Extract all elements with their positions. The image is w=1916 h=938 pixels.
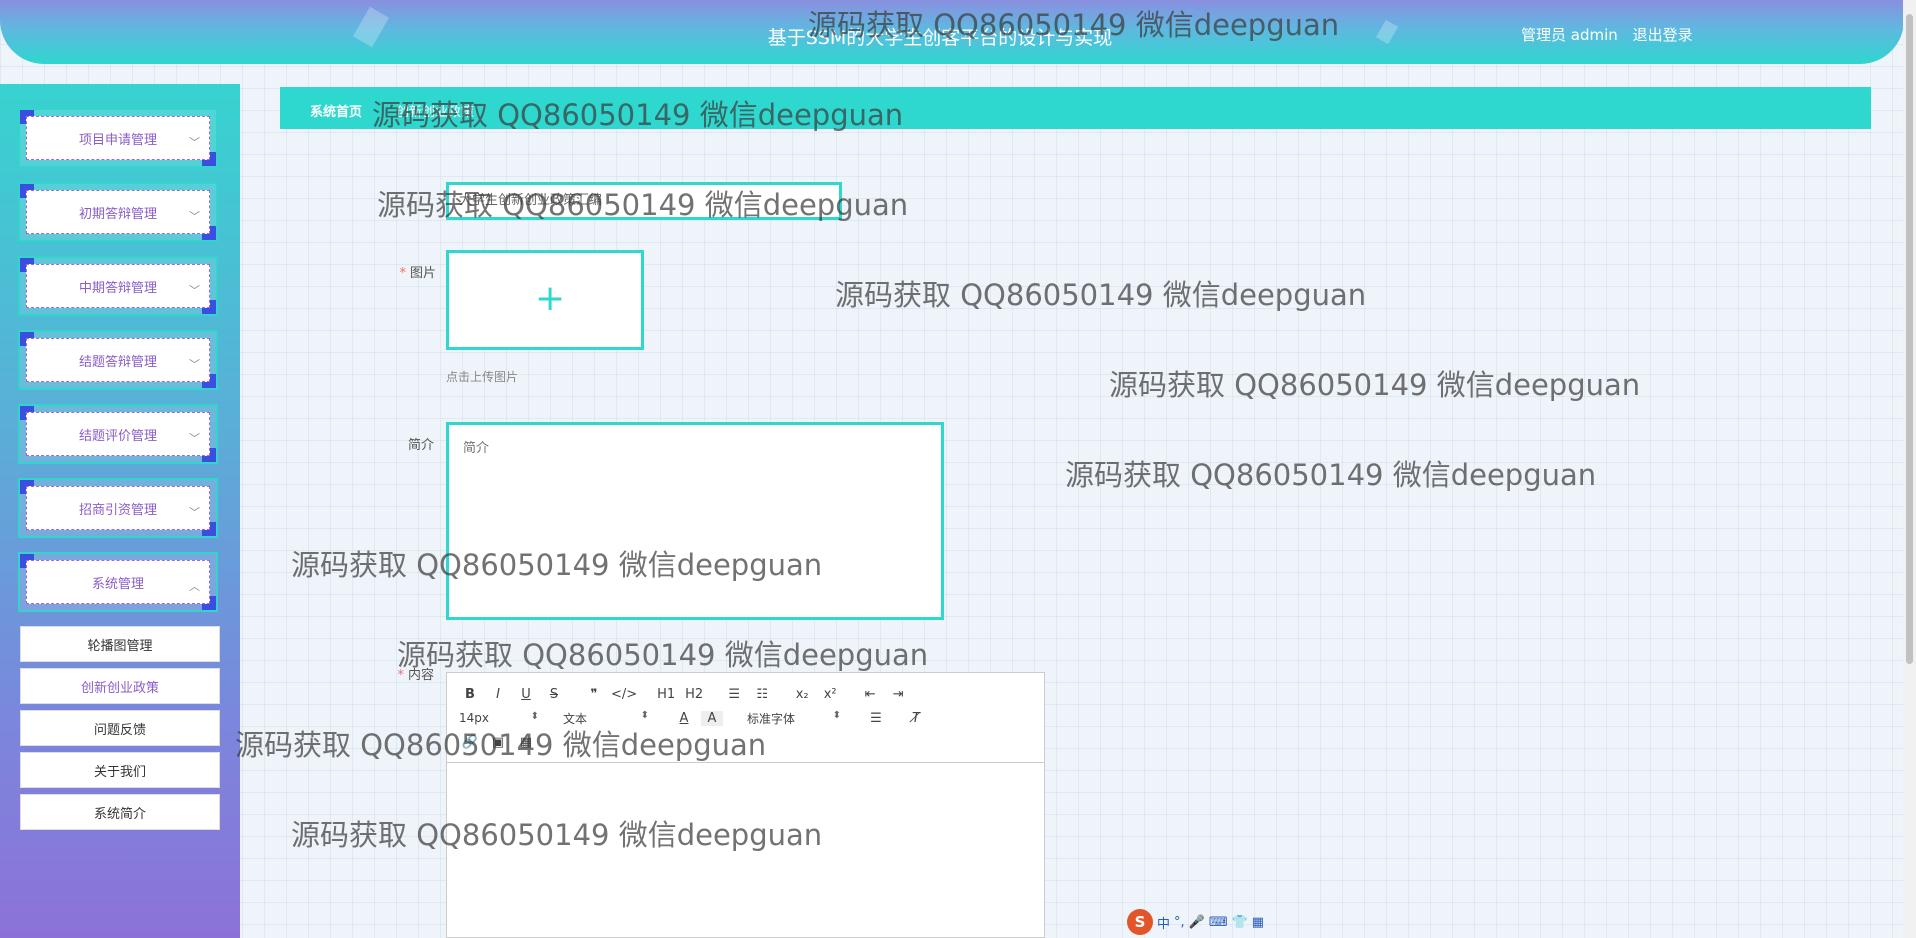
breadcrumb-home-link[interactable]: 系统首页 xyxy=(310,101,362,120)
select-arrow-icon: ⬍ xyxy=(530,711,539,722)
editor-toolbar: B I U S ❞ </> H1 H2 ☰ ☷ x₂ x² ⇤ ⇥ 14px ⬍ … xyxy=(447,673,1044,763)
ordered-list-button[interactable]: ☰ xyxy=(723,687,745,702)
toolbar-row-style: 14px ⬍ 文本 ⬍ A A 标准字体 ⬍ ☰ T̸ xyxy=(459,707,933,729)
content-field-label: * 内容 xyxy=(397,668,434,683)
image-uploader[interactable]: + xyxy=(446,250,644,350)
toolbox-icon[interactable]: ▦ xyxy=(1252,915,1264,930)
watermark-text: 源码获取 QQ86050149 微信deepguan xyxy=(835,278,1367,312)
sidebar-group-label[interactable]: 结题评价管理 xyxy=(26,412,210,456)
top-header: 基于SSM的大学生创客平台的设计与实现 管理员 admin 退出登录 xyxy=(0,0,1904,64)
chevron-down-icon: ﹀ xyxy=(189,210,200,223)
chevron-down-icon: ﹀ xyxy=(189,432,200,445)
superscript-button[interactable]: x² xyxy=(819,687,841,702)
chevron-down-icon: ﹀ xyxy=(189,358,200,371)
watermark-text: 源码获取 QQ86050149 微信deepguan xyxy=(1109,368,1641,402)
user-area: 管理员 admin 退出登录 xyxy=(1521,24,1703,45)
italic-button[interactable]: I xyxy=(487,687,509,702)
keyboard-icon[interactable]: ⌨ xyxy=(1209,915,1228,930)
sidebar-item-system-intro[interactable]: 系统简介 xyxy=(20,794,220,830)
sidebar-group-system[interactable]: 系统管理 ︿ xyxy=(18,552,218,612)
font-family-select[interactable]: 标准字体 ⬍ xyxy=(747,710,841,727)
ime-toolbar[interactable]: S 中 °, 🎤 ⌨ 👕 ▦ xyxy=(1127,909,1264,935)
sidebar-item-about-us[interactable]: 关于我们 xyxy=(20,752,220,788)
image-field-label: * 图片 xyxy=(399,266,436,281)
sidebar-group-label[interactable]: 项目申请管理 xyxy=(26,116,210,160)
chevron-down-icon: ﹀ xyxy=(189,506,200,519)
image-icon[interactable]: ▣ xyxy=(487,735,509,750)
video-icon[interactable]: ▦ xyxy=(515,735,537,750)
toolbar-row-insert: 🔗 ▣ ▦ xyxy=(459,731,543,753)
indent-button[interactable]: ⇥ xyxy=(887,687,909,702)
sidebar-group-final-defense[interactable]: 结题答辩管理 ﹀ xyxy=(18,330,218,390)
intro-textarea[interactable] xyxy=(446,422,944,620)
heading2-button[interactable]: H2 xyxy=(683,687,705,702)
select-arrow-icon: ⬍ xyxy=(832,709,841,721)
code-block-button[interactable]: </> xyxy=(611,687,637,702)
page-scrollbar[interactable] xyxy=(1903,0,1916,938)
blockquote-button[interactable]: ❞ xyxy=(583,687,605,702)
logout-button[interactable]: 退出登录 xyxy=(1633,26,1693,44)
watermark-text: 源码获取 QQ86050149 微信deepguan xyxy=(397,638,929,672)
select-arrow-icon: ⬍ xyxy=(640,709,649,721)
chevron-down-icon: ﹀ xyxy=(189,284,200,297)
sidebar-item-feedback[interactable]: 问题反馈 xyxy=(20,710,220,746)
plus-icon: + xyxy=(535,278,566,319)
bullet-list-button[interactable]: ☷ xyxy=(751,687,773,702)
sidebar-item-innovation-policy[interactable]: 创新创业政策 xyxy=(20,668,220,704)
sidebar-group-label[interactable]: 中期答辩管理 xyxy=(26,264,210,308)
breadcrumb-current: 创新创业政策 xyxy=(396,105,475,120)
chevron-up-icon: ︿ xyxy=(189,580,200,593)
sidebar-group-final-evaluation[interactable]: 结题评价管理 ﹀ xyxy=(18,404,218,464)
chevron-down-icon: ﹀ xyxy=(189,136,200,149)
sidebar-group-label[interactable]: 初期答辩管理 xyxy=(26,190,210,234)
upload-hint: 点击上传图片 xyxy=(446,370,519,384)
sidebar-item-carousel[interactable]: 轮播图管理 xyxy=(20,626,220,662)
skin-icon[interactable]: 👕 xyxy=(1232,915,1248,930)
font-color-icon[interactable]: A xyxy=(673,711,695,726)
admin-user-label: 管理员 admin xyxy=(1521,26,1618,44)
heading1-button[interactable]: H1 xyxy=(655,687,677,702)
sidebar-group-project-apply[interactable]: 项目申请管理 ﹀ xyxy=(18,108,218,168)
sidebar: 项目申请管理 ﹀ 初期答辩管理 ﹀ 中期答辩管理 ﹀ 结题答辩管理 ﹀ 结题评价… xyxy=(0,84,240,938)
clear-format-icon[interactable]: T̸ xyxy=(905,711,927,726)
block-type-select[interactable]: 文本 ⬍ xyxy=(563,710,649,727)
sidebar-group-label[interactable]: 招商引资管理 xyxy=(26,486,210,530)
align-icon[interactable]: ☰ xyxy=(865,711,887,726)
sidebar-group-label[interactable]: 结题答辩管理 xyxy=(26,338,210,382)
background-color-icon[interactable]: A xyxy=(701,710,723,726)
link-icon[interactable]: 🔗 xyxy=(459,735,481,750)
rich-text-editor[interactable]: B I U S ❞ </> H1 H2 ☰ ☷ x₂ x² ⇤ ⇥ 14px ⬍ … xyxy=(446,672,1045,938)
microphone-icon[interactable]: 🎤 xyxy=(1189,915,1205,930)
underline-button[interactable]: U xyxy=(515,687,537,702)
bold-button[interactable]: B xyxy=(459,687,481,702)
watermark-text: 源码获取 QQ86050149 微信deepguan xyxy=(1065,458,1597,492)
sogou-logo-icon: S xyxy=(1127,909,1153,935)
punctuation-icon[interactable]: °, xyxy=(1174,915,1185,930)
sidebar-group-initial-defense[interactable]: 初期答辩管理 ﹀ xyxy=(18,182,218,242)
font-size-select[interactable]: 14px ⬍ xyxy=(459,711,539,725)
subscript-button[interactable]: x₂ xyxy=(791,687,813,702)
strike-button[interactable]: S xyxy=(543,687,565,702)
outdent-button[interactable]: ⇤ xyxy=(859,687,881,702)
title-input[interactable]: 大学生创新创业政策汇编 xyxy=(446,182,842,220)
sidebar-group-investment[interactable]: 招商引资管理 ﹀ xyxy=(18,478,218,538)
intro-field-label: 简介 xyxy=(407,438,434,453)
ime-mode-label[interactable]: 中 xyxy=(1157,913,1170,932)
scrollbar-thumb[interactable] xyxy=(1906,14,1913,664)
sidebar-group-label[interactable]: 系统管理 xyxy=(26,560,210,604)
toolbar-row-format: B I U S ❞ </> H1 H2 ☰ ☷ x₂ x² ⇤ ⇥ xyxy=(459,683,915,705)
breadcrumb: 系统首页 创新创业政策 xyxy=(280,87,1871,129)
sidebar-group-midterm-defense[interactable]: 中期答辩管理 ﹀ xyxy=(18,256,218,316)
